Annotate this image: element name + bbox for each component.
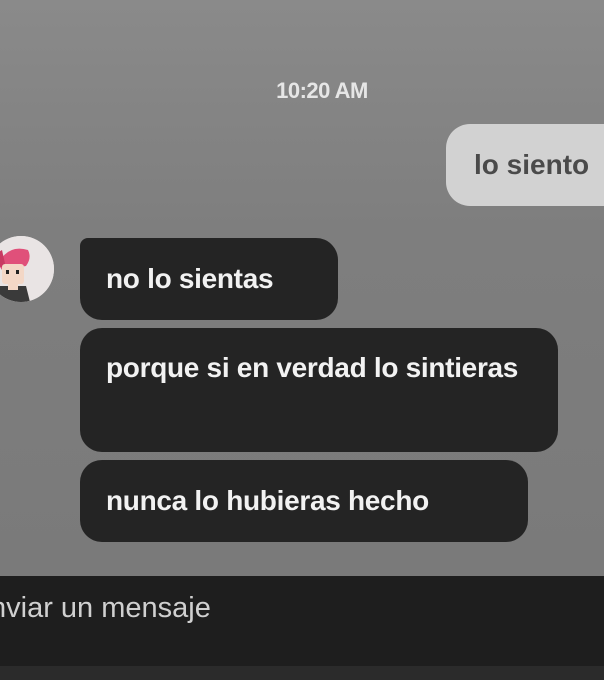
message-composer[interactable]: nviar un mensaje [0,576,604,680]
message-timestamp: 10:20 AM [276,78,368,103]
composer-bottom-edge [0,666,604,680]
incoming-message-bubble[interactable]: no lo sientas [80,238,338,320]
avatar[interactable] [0,236,54,302]
chat-area: 10:20 AM lo siento no lo sientas porque … [0,0,604,576]
incoming-message-bubble[interactable]: porque si en verdad lo sintieras [80,328,558,452]
outgoing-message-bubble[interactable]: lo siento [446,124,604,206]
avatar-character-icon [0,236,54,302]
incoming-message-bubble[interactable]: nunca lo hubieras hecho [80,460,528,542]
message-input[interactable]: nviar un mensaje [0,592,211,625]
